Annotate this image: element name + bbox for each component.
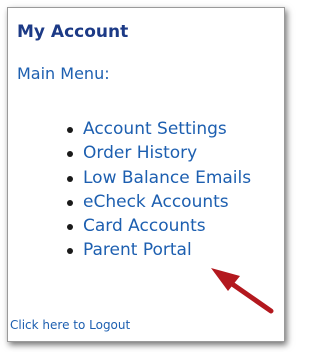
menu-item-account-settings[interactable]: Account Settings (67, 117, 251, 141)
menu-item-label: Low Balance Emails (83, 167, 252, 188)
menu-item-label: eCheck Accounts (83, 191, 229, 212)
bullet-icon (67, 224, 73, 231)
panel-title: My Account (17, 22, 129, 42)
menu-item-order-history[interactable]: Order History (67, 141, 251, 165)
menu-item-label: Order History (83, 143, 198, 164)
menu-item-label: Parent Portal (83, 240, 192, 261)
menu-item-echeck-accounts[interactable]: eCheck Accounts (67, 190, 251, 214)
menu-item-label: Card Accounts (83, 216, 206, 237)
menu-item-parent-portal[interactable]: Parent Portal (67, 238, 251, 262)
bullet-icon (67, 151, 73, 158)
menu-item-low-balance-emails[interactable]: Low Balance Emails (67, 166, 251, 190)
main-menu-label: Main Menu: (17, 64, 110, 83)
menu-item-label: Account Settings (83, 119, 227, 139)
main-menu-list: Account Settings Order History Low Balan… (67, 117, 251, 263)
logout-link[interactable]: Click here to Logout (10, 318, 130, 332)
bullet-icon (67, 248, 73, 255)
bullet-icon (67, 127, 73, 133)
bullet-icon (67, 199, 73, 206)
bullet-icon (67, 175, 73, 182)
menu-item-card-accounts[interactable]: Card Accounts (67, 214, 251, 238)
